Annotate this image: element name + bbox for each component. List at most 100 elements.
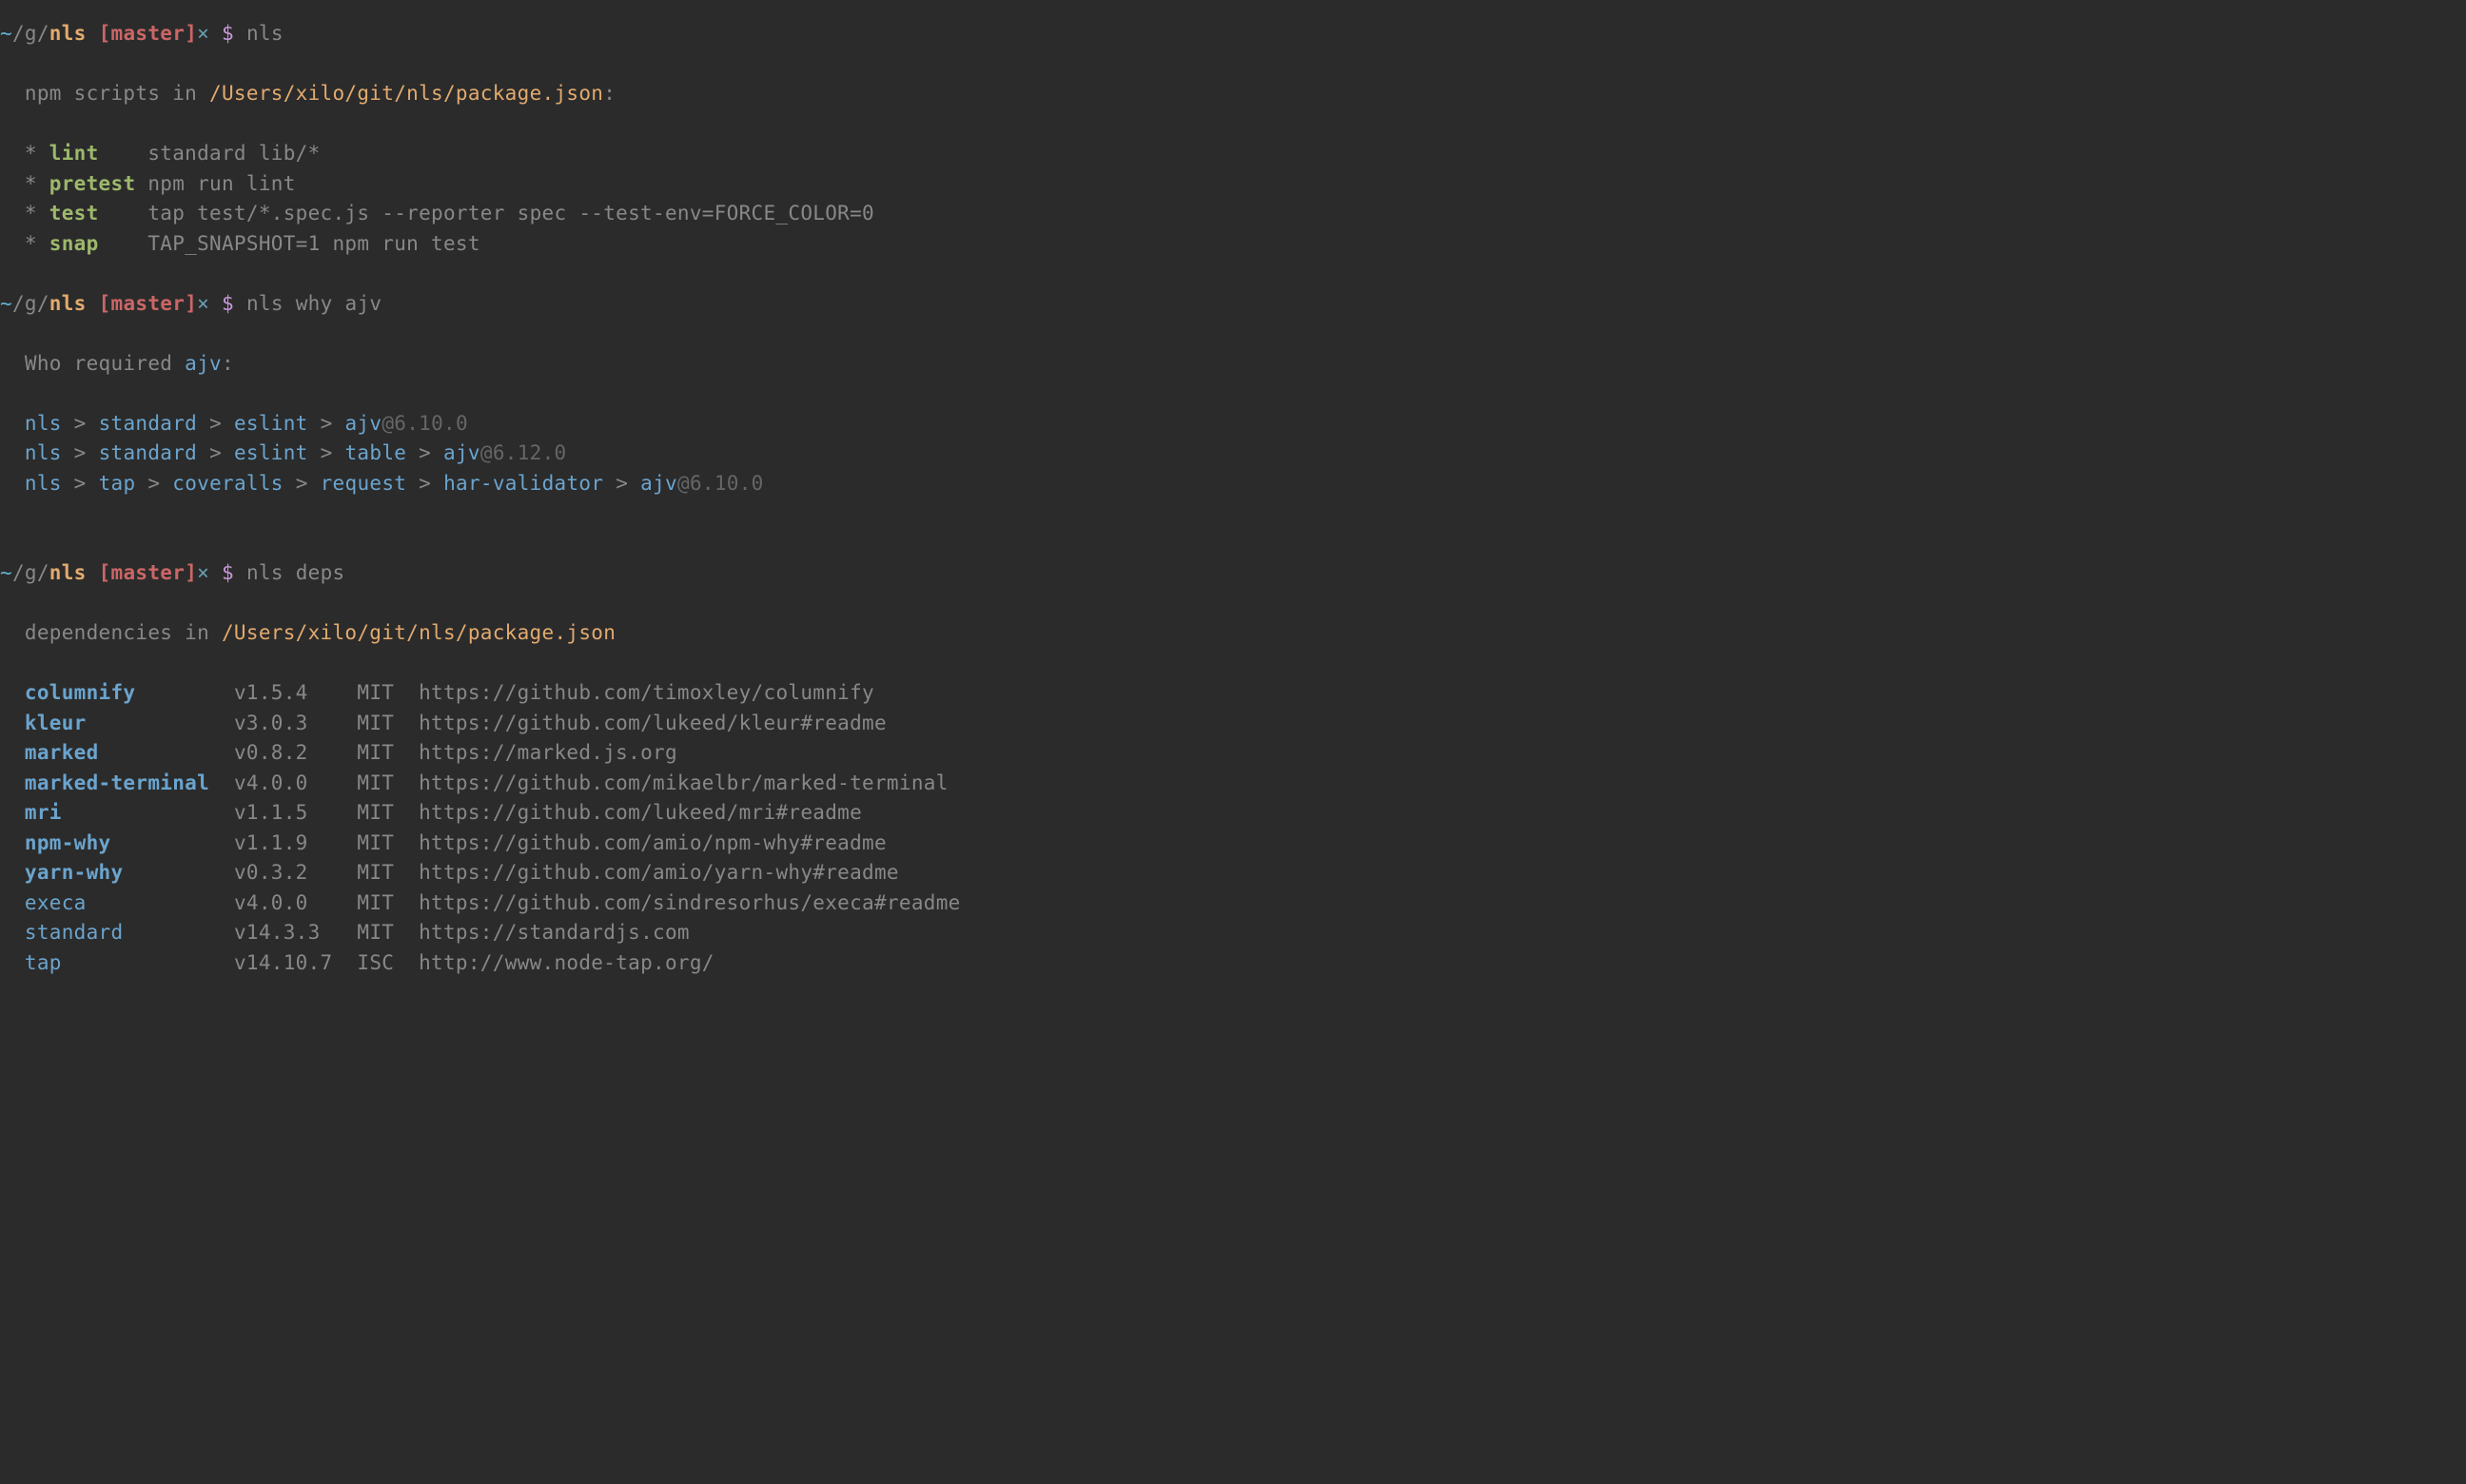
dep-license: MIT xyxy=(357,831,419,854)
blank-line xyxy=(0,529,2466,559)
dep-row: npm-why v1.1.9 MIT https://github.com/am… xyxy=(0,829,2466,859)
dep-version: v4.0.0 xyxy=(234,891,357,914)
chain-package: ajv xyxy=(344,412,382,435)
script-command: npm run lint xyxy=(135,172,295,195)
dep-version: v14.3.3 xyxy=(234,921,357,944)
script-name: test xyxy=(49,202,136,225)
chain-separator: > xyxy=(62,441,99,464)
script-command: TAP_SNAPSHOT=1 npm run test xyxy=(135,232,480,255)
prompt-dirty-marker: × xyxy=(197,561,209,584)
dep-license: ISC xyxy=(357,951,419,974)
script-command: standard lib/* xyxy=(135,142,320,165)
dep-row: marked v0.8.2 MIT https://marked.js.org xyxy=(0,738,2466,769)
dep-row: execa v4.0.0 MIT https://github.com/sind… xyxy=(0,888,2466,919)
chain-package: standard xyxy=(99,441,198,464)
dep-row: columnify v1.5.4 MIT https://github.com/… xyxy=(0,678,2466,709)
dep-url: https://github.com/sindresorhus/execa#re… xyxy=(419,891,961,914)
prompt-branch-close: ] xyxy=(185,561,197,584)
blank-line xyxy=(0,319,2466,349)
chain-package: har-validator xyxy=(443,472,603,495)
dep-name: yarn-why xyxy=(25,861,234,884)
chain-version: @6.10.0 xyxy=(677,472,764,495)
prompt-line: ~/g/nls [master]× $ nls why ajv xyxy=(0,289,2466,320)
chain-package: eslint xyxy=(234,412,308,435)
prompt-branch-open: [ xyxy=(87,22,111,45)
prompt-path-sep: /g/ xyxy=(12,22,49,45)
prompt-branch-close: ] xyxy=(185,22,197,45)
script-row: * test tap test/*.spec.js --reporter spe… xyxy=(0,199,2466,229)
dep-url: https://marked.js.org xyxy=(419,741,677,764)
dep-version: v4.0.0 xyxy=(234,771,357,794)
script-row: * lint standard lib/* xyxy=(0,139,2466,169)
script-row: * snap TAP_SNAPSHOT=1 npm run test xyxy=(0,229,2466,260)
dep-name: standard xyxy=(25,921,234,944)
prompt-branch-open: [ xyxy=(87,292,111,315)
bullet-icon: * xyxy=(0,232,49,255)
prompt-branch: master xyxy=(111,292,186,315)
command-nls-deps: nls deps xyxy=(246,561,345,584)
blank-line xyxy=(0,379,2466,409)
dep-url: https://github.com/amio/yarn-why#readme xyxy=(419,861,899,884)
deps-header-path: /Users/xilo/git/nls/package.json xyxy=(222,621,616,644)
dep-row: tap v14.10.7 ISC http://www.node-tap.org… xyxy=(0,948,2466,979)
blank-line xyxy=(0,649,2466,679)
dep-row: mri v1.1.5 MIT https://github.com/lukeed… xyxy=(0,798,2466,829)
dep-row: yarn-why v0.3.2 MIT https://github.com/a… xyxy=(0,858,2466,888)
dependency-chain: nls > standard > eslint > ajv@6.10.0 xyxy=(0,409,2466,439)
chain-package: nls xyxy=(25,441,62,464)
dep-name: kleur xyxy=(25,712,234,734)
prompt-path-sep: /g/ xyxy=(12,292,49,315)
prompt-tilde: ~ xyxy=(0,561,12,584)
dependency-chain: nls > standard > eslint > table > ajv@6.… xyxy=(0,439,2466,469)
dep-url: https://standardjs.com xyxy=(419,921,690,944)
dep-name: tap xyxy=(25,951,234,974)
prompt-dirty-marker: × xyxy=(197,292,209,315)
who-package: ajv xyxy=(185,352,222,375)
script-name: snap xyxy=(49,232,136,255)
prompt-branch-open: [ xyxy=(87,561,111,584)
script-command: tap test/*.spec.js --reporter spec --tes… xyxy=(135,202,874,225)
script-row: * pretest npm run lint xyxy=(0,169,2466,200)
chain-package: table xyxy=(344,441,406,464)
chain-package: standard xyxy=(99,412,198,435)
bullet-icon: * xyxy=(0,172,49,195)
dep-version: v3.0.3 xyxy=(234,712,357,734)
dep-name: npm-why xyxy=(25,831,234,854)
chain-separator: > xyxy=(62,412,99,435)
blank-line xyxy=(0,498,2466,529)
chain-separator: > xyxy=(284,472,321,495)
dep-name: columnify xyxy=(25,681,234,704)
prompt-dollar: $ xyxy=(209,22,246,45)
chain-separator: > xyxy=(603,472,640,495)
dep-license: MIT xyxy=(357,741,419,764)
dep-license: MIT xyxy=(357,921,419,944)
terminal-output: ~/g/nls [master]× $ nls npm scripts in /… xyxy=(0,19,2466,978)
chain-package: ajv xyxy=(640,472,677,495)
dependency-chain: nls > tap > coveralls > request > har-va… xyxy=(0,469,2466,499)
scripts-header: npm scripts in /Users/xilo/git/nls/packa… xyxy=(0,79,2466,109)
dep-license: MIT xyxy=(357,891,419,914)
dep-url: https://github.com/timoxley/columnify xyxy=(419,681,874,704)
prompt-dir: nls xyxy=(49,292,87,315)
dep-license: MIT xyxy=(357,861,419,884)
bullet-icon: * xyxy=(0,142,49,165)
chain-separator: > xyxy=(197,412,234,435)
dep-version: v0.8.2 xyxy=(234,741,357,764)
chain-separator: > xyxy=(197,441,234,464)
command-nls-why: nls why ajv xyxy=(246,292,382,315)
dep-license: MIT xyxy=(357,681,419,704)
chain-separator: > xyxy=(308,441,345,464)
dep-version: v1.1.5 xyxy=(234,801,357,824)
chain-separator: > xyxy=(308,412,345,435)
bullet-icon: * xyxy=(0,202,49,225)
dep-url: https://github.com/lukeed/kleur#readme xyxy=(419,712,887,734)
dep-license: MIT xyxy=(357,771,419,794)
prompt-branch: master xyxy=(111,22,186,45)
dep-name: mri xyxy=(25,801,234,824)
blank-line xyxy=(0,49,2466,80)
dep-version: v14.10.7 xyxy=(234,951,357,974)
dep-name: marked xyxy=(25,741,234,764)
scripts-header-path: /Users/xilo/git/nls/package.json xyxy=(209,82,603,105)
prompt-dir: nls xyxy=(49,22,87,45)
chain-version: @6.12.0 xyxy=(480,441,567,464)
